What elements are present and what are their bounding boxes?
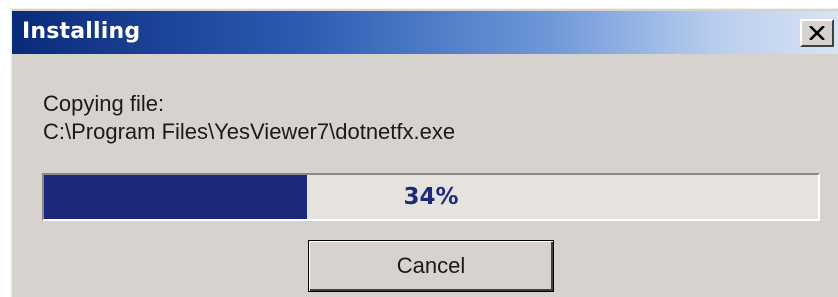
- title-bar[interactable]: Installing: [12, 11, 838, 54]
- close-button[interactable]: [800, 19, 834, 47]
- cancel-button[interactable]: Cancel: [308, 240, 554, 292]
- close-icon: [809, 26, 825, 40]
- installing-dialog: Installing Copying file: C:\Program File…: [10, 8, 838, 297]
- status-label: Copying file:: [43, 91, 165, 116]
- file-path-label: C:\Program Files\YesViewer7\dotnetfx.exe: [43, 119, 456, 144]
- progress-percent: 34%: [403, 184, 459, 210]
- progress-bar: 34%: [42, 173, 820, 221]
- dialog-title: Installing: [22, 19, 141, 44]
